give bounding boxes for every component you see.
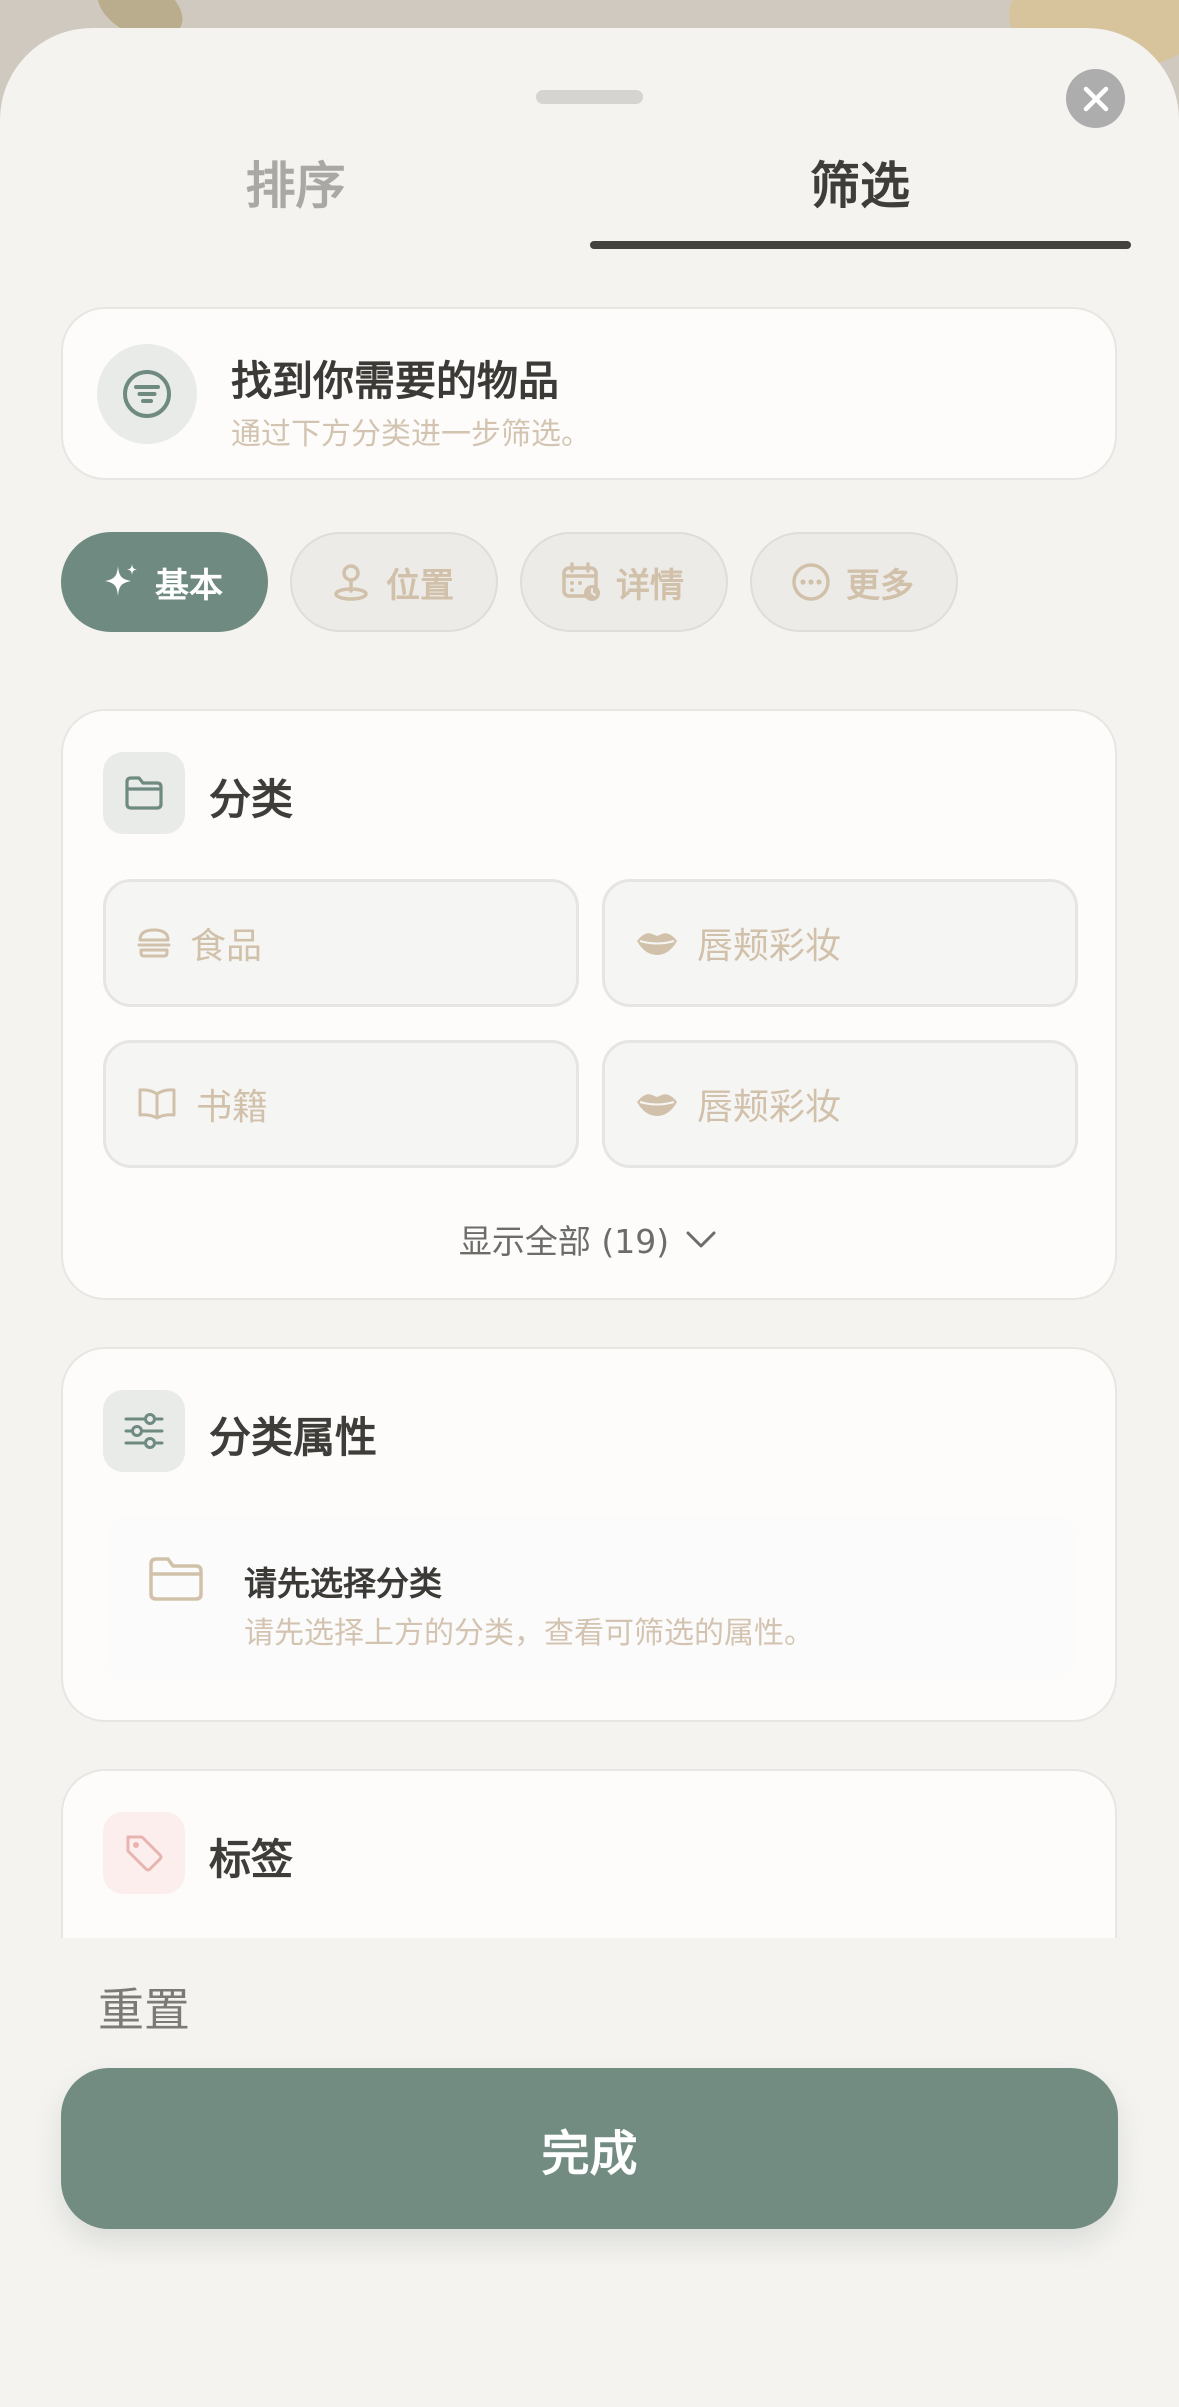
category-option-books[interactable]: 书籍 (103, 1040, 579, 1168)
empty-state-title: 请先选择分类 (244, 1564, 442, 1603)
tab-sort[interactable]: 排序 (0, 146, 591, 218)
category-title: 分类 (209, 775, 294, 824)
intro-title: 找到你需要的物品 (231, 357, 559, 405)
chip-more[interactable]: 更多 (750, 532, 958, 632)
category-option-lip-cheek-makeup[interactable]: 唇颊彩妆 (602, 1040, 1078, 1168)
chip-details[interactable]: 详情 (520, 532, 728, 632)
empty-state-subtitle: 请先选择上方的分类，查看可筛选的属性。 (244, 1616, 814, 1651)
category-attributes-card: 分类属性 请先选择分类 请先选择上方的分类，查看可筛选的属性。 (61, 1347, 1117, 1722)
done-button[interactable]: 完成 (61, 2068, 1118, 2229)
chip-location[interactable]: 位置 (290, 532, 498, 632)
intro-card: 找到你需要的物品 通过下方分类进一步筛选。 (61, 307, 1117, 480)
category-option-label: 唇颊彩妆 (697, 926, 842, 967)
category-option-label: 唇颊彩妆 (697, 1087, 842, 1128)
more-icon (790, 561, 832, 603)
chevron-down-icon (686, 1231, 716, 1248)
sliders-icon (103, 1390, 185, 1472)
sparkle-icon (101, 562, 141, 602)
category-option-lip-cheek-makeup[interactable]: 唇颊彩妆 (602, 879, 1078, 1007)
folder-icon (103, 752, 185, 834)
reset-button[interactable]: 重置 (98, 1974, 190, 2040)
tag-icon (103, 1812, 185, 1894)
tab-active-indicator (590, 241, 1131, 249)
calendar-icon (560, 561, 602, 603)
category-card: 分类 食品 唇颊彩妆 书籍 唇颊彩妆 显示全部 (19) (61, 709, 1117, 1300)
attributes-empty-state: 请先选择分类 请先选择上方的分类，查看可筛选的属性。 (107, 1516, 1075, 1679)
filter-sheet: 排序 筛选 找到你需要的物品 通过下方分类进一步筛选。 基本 位置 详情 更多 … (0, 28, 1179, 2407)
close-button[interactable] (1066, 69, 1125, 128)
burger-icon (136, 925, 172, 961)
folder-icon (149, 1557, 203, 1601)
chip-label: 位置 (386, 565, 454, 606)
filter-circle-icon (97, 344, 197, 444)
show-all-button[interactable]: 显示全部 (19) (63, 1215, 1115, 1263)
chip-label: 详情 (616, 565, 684, 606)
book-icon (136, 1087, 178, 1121)
category-option-label: 食品 (190, 926, 263, 967)
tags-title: 标签 (209, 1835, 294, 1884)
show-all-label: 显示全部 (19) (458, 1222, 670, 1261)
category-option-label: 书籍 (196, 1087, 269, 1128)
category-option-food[interactable]: 食品 (103, 879, 579, 1007)
tab-filter[interactable]: 筛选 (590, 146, 1130, 218)
intro-subtitle: 通过下方分类进一步筛选。 (231, 417, 591, 452)
map-pin-icon (330, 561, 372, 603)
chip-label: 基本 (155, 565, 223, 606)
chip-basic[interactable]: 基本 (61, 532, 268, 632)
close-icon (1083, 86, 1108, 111)
lips-icon (635, 928, 679, 958)
category-attributes-title: 分类属性 (209, 1413, 378, 1462)
chip-label: 更多 (846, 565, 914, 606)
lips-icon (635, 1089, 679, 1119)
sheet-grabber[interactable] (536, 90, 643, 104)
